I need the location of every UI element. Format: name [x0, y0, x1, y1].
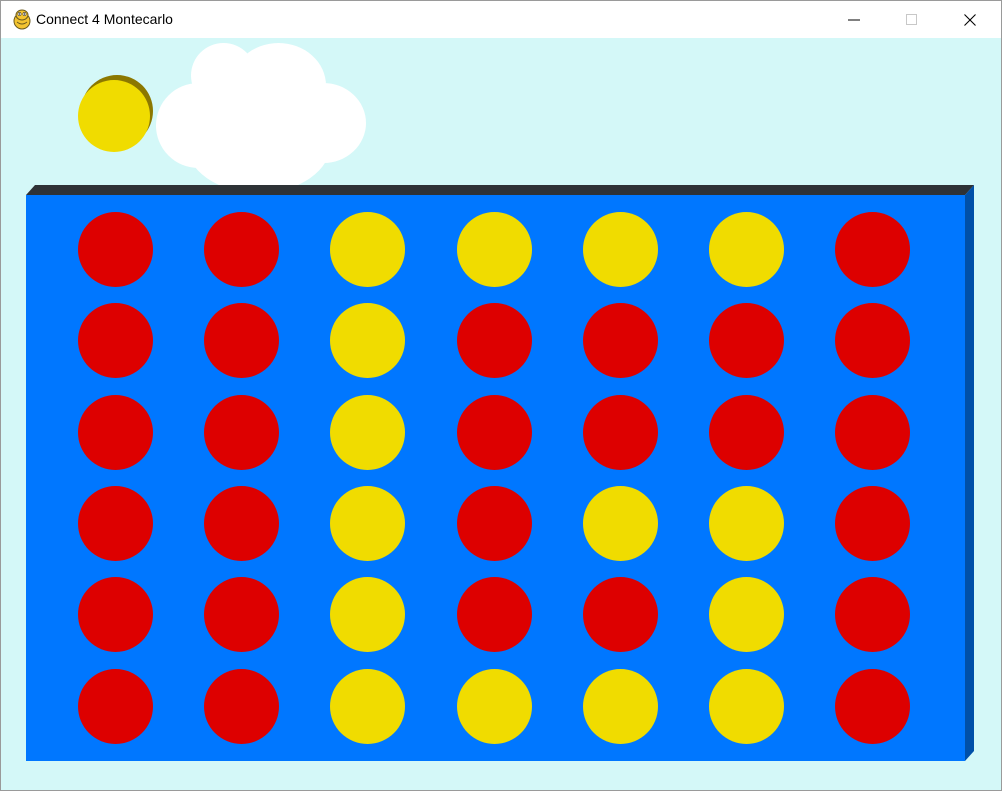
- title-bar[interactable]: Connect 4 Montecarlo: [1, 1, 1001, 38]
- board-cell-r6-c4[interactable]: [457, 669, 532, 744]
- board-cell-r1-c5[interactable]: [583, 212, 658, 287]
- preview-piece-face: [78, 80, 150, 152]
- board-cell-r4-c2[interactable]: [204, 486, 279, 561]
- board-cell-r5-c5[interactable]: [583, 577, 658, 652]
- board-cell-r4-c1[interactable]: [78, 486, 153, 561]
- game-canvas[interactable]: [1, 38, 1001, 790]
- maximize-button[interactable]: [883, 1, 941, 38]
- board-cell-r5-c7[interactable]: [835, 577, 910, 652]
- board-cell-r3-c4[interactable]: [457, 395, 532, 470]
- board-cell-r6-c6[interactable]: [709, 669, 784, 744]
- board-cell-r2-c3[interactable]: [330, 303, 405, 378]
- board-cell-r5-c3[interactable]: [330, 577, 405, 652]
- window-title: Connect 4 Montecarlo: [36, 11, 173, 27]
- board-cell-r6-c3[interactable]: [330, 669, 405, 744]
- board-cell-r4-c6[interactable]: [709, 486, 784, 561]
- board-cell-r2-c1[interactable]: [78, 303, 153, 378]
- board-cell-r3-c6[interactable]: [709, 395, 784, 470]
- board-cell-r4-c3[interactable]: [330, 486, 405, 561]
- board-cell-r1-c2[interactable]: [204, 212, 279, 287]
- board-top-edge: [26, 185, 974, 195]
- board-cell-r6-c7[interactable]: [835, 669, 910, 744]
- board-cell-r6-c5[interactable]: [583, 669, 658, 744]
- game-window: Connect 4 Montecarlo: [0, 0, 1002, 791]
- maximize-icon: [906, 13, 917, 25]
- board-side-edge: [965, 185, 974, 761]
- minimize-icon: [848, 19, 860, 20]
- board-cell-r2-c5[interactable]: [583, 303, 658, 378]
- board-cell-r2-c4[interactable]: [457, 303, 532, 378]
- board-cell-r1-c3[interactable]: [330, 212, 405, 287]
- board-cell-r5-c2[interactable]: [204, 577, 279, 652]
- board-cell-r3-c3[interactable]: [330, 395, 405, 470]
- board-cell-r3-c2[interactable]: [204, 395, 279, 470]
- board-cell-r2-c2[interactable]: [204, 303, 279, 378]
- board-cell-r3-c5[interactable]: [583, 395, 658, 470]
- board-cell-r2-c6[interactable]: [709, 303, 784, 378]
- board-cell-r1-c7[interactable]: [835, 212, 910, 287]
- board-cell-r6-c2[interactable]: [204, 669, 279, 744]
- board-cell-r2-c7[interactable]: [835, 303, 910, 378]
- board-cell-r1-c6[interactable]: [709, 212, 784, 287]
- minimize-button[interactable]: [825, 1, 883, 38]
- cloud-decoration: [151, 43, 371, 193]
- python-snake-icon: [13, 9, 31, 30]
- board-cell-r5-c4[interactable]: [457, 577, 532, 652]
- board-cell-r3-c7[interactable]: [835, 395, 910, 470]
- close-button[interactable]: [941, 1, 999, 38]
- board-cell-r5-c6[interactable]: [709, 577, 784, 652]
- board-cell-r5-c1[interactable]: [78, 577, 153, 652]
- close-icon: [964, 13, 976, 26]
- board-cell-r4-c4[interactable]: [457, 486, 532, 561]
- board-cell-r6-c1[interactable]: [78, 669, 153, 744]
- board-cell-r3-c1[interactable]: [78, 395, 153, 470]
- current-piece-preview: [78, 75, 154, 154]
- board-cell-r4-c5[interactable]: [583, 486, 658, 561]
- board-cell-r1-c1[interactable]: [78, 212, 153, 287]
- board-cell-r4-c7[interactable]: [835, 486, 910, 561]
- board-cell-r1-c4[interactable]: [457, 212, 532, 287]
- game-board[interactable]: [26, 195, 965, 761]
